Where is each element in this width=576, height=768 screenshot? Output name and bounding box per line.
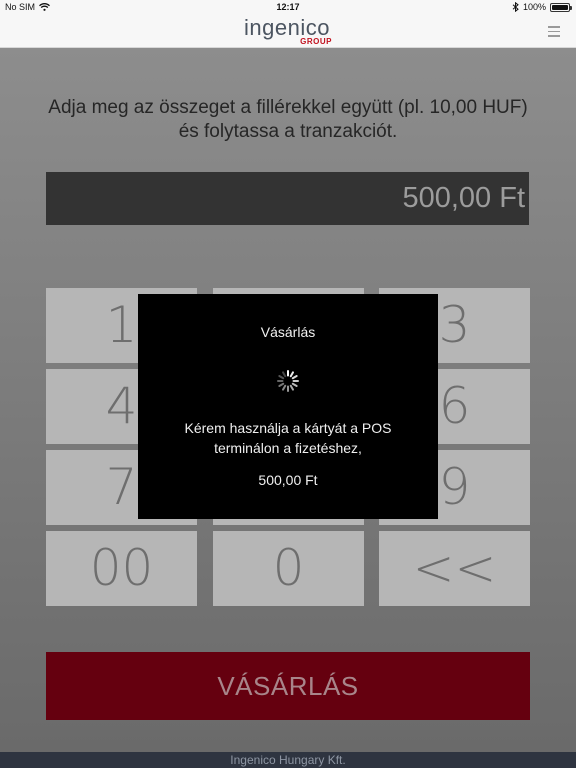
status-right: 100%	[512, 2, 572, 12]
keypad-key-backspace[interactable]: <<	[379, 531, 530, 606]
instruction-line-1: Adja meg az összeget a fillérekkel együt…	[48, 97, 528, 118]
purchase-button[interactable]: VÁSÁRLÁS	[46, 652, 530, 720]
ingenico-logo: ingenico GROUP	[244, 16, 334, 48]
loading-spinner-icon	[277, 370, 299, 392]
dialog-message: Kérem használja a kártyát a POS terminál…	[158, 418, 418, 458]
app-header: ingenico GROUP	[0, 16, 576, 48]
battery-percentage: 100%	[522, 2, 546, 12]
hamburger-menu-icon[interactable]	[548, 26, 560, 37]
dialog-title: Vásárlás	[260, 324, 316, 340]
footer-company: Ingenico Hungary Kft.	[0, 752, 576, 768]
processing-dialog: Vásárlás Kérem használja a kártyát a POS…	[138, 294, 438, 519]
keypad-key-00[interactable]: 00	[46, 531, 197, 606]
keypad-key-0[interactable]: 0	[213, 531, 364, 606]
battery-fill	[552, 4, 568, 10]
dialog-amount: 500,00 Ft	[258, 472, 318, 488]
dialog-message-line-2: terminálon a fizetéshez,	[214, 440, 362, 456]
amount-display: 500,00 Ft	[46, 172, 529, 225]
status-bar: No SIM 12:17 100%	[0, 0, 576, 16]
instruction-line-2: és folytassa a tranzakciót.	[178, 121, 398, 142]
dialog-message-line-1: Kérem használja a kártyát a POS	[184, 420, 392, 436]
status-time: 12:17	[276, 2, 300, 12]
battery-icon	[550, 2, 572, 12]
bluetooth-icon	[512, 2, 519, 12]
instruction-text: Adja meg az összeget a fillérekkel együt…	[30, 96, 546, 144]
logo-sub-text: GROUP	[300, 37, 332, 46]
